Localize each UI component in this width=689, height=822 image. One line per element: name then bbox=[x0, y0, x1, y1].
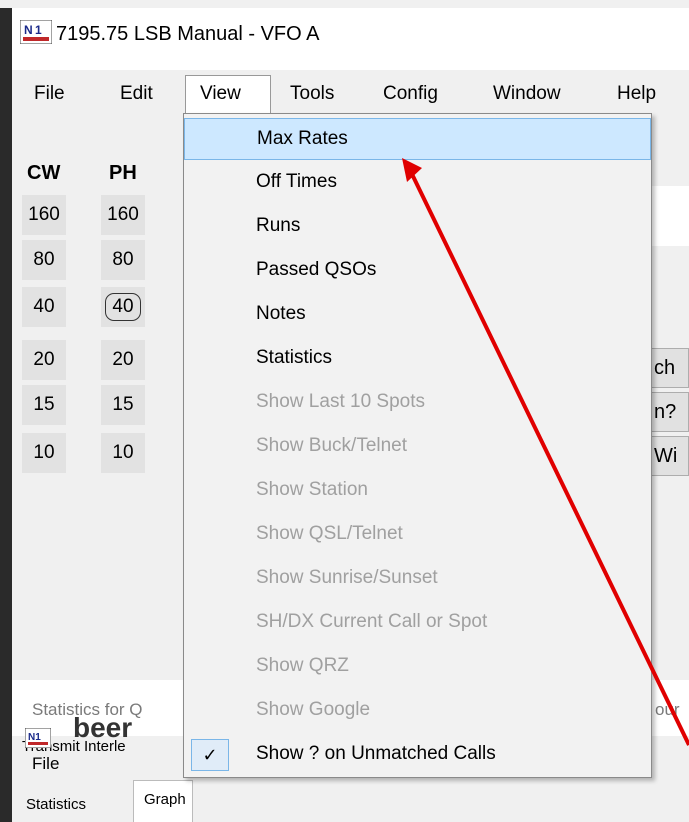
menu-item-show-unmatched-calls[interactable]: ✓ Show ? on Unmatched Calls bbox=[184, 734, 651, 776]
band-ph-80[interactable]: 80 bbox=[101, 240, 145, 280]
app-logo-icon: N 1 bbox=[20, 20, 52, 44]
menu-file[interactable]: File bbox=[34, 83, 65, 105]
menu-item-notes[interactable]: Notes bbox=[184, 294, 651, 336]
tab-graph[interactable]: Graph bbox=[133, 780, 193, 822]
menu-help[interactable]: Help bbox=[617, 83, 656, 105]
statistics-window-title-tail: our bbox=[655, 700, 680, 719]
band-cw-80[interactable]: 80 bbox=[22, 240, 66, 280]
window-title: 7195.75 LSB Manual - VFO A bbox=[56, 23, 320, 45]
menu-edit[interactable]: Edit bbox=[120, 83, 153, 105]
band-ph-160[interactable]: 160 bbox=[101, 195, 145, 235]
menu-item-statistics[interactable]: Statistics bbox=[184, 338, 651, 380]
band-cw-10[interactable]: 10 bbox=[22, 433, 66, 473]
menu-view[interactable]: View bbox=[200, 83, 241, 105]
right-button-1[interactable]: ch bbox=[651, 348, 689, 388]
menu-tools[interactable]: Tools bbox=[290, 83, 334, 105]
band-cw-15[interactable]: 15 bbox=[22, 385, 66, 425]
tab-statistics[interactable]: Statistics bbox=[26, 796, 86, 813]
menu-window[interactable]: Window bbox=[493, 83, 561, 105]
menu-item-show-qsl-telnet: Show QSL/Telnet bbox=[256, 523, 403, 544]
band-cw-20[interactable]: 20 bbox=[22, 340, 66, 380]
menu-item-show-station: Show Station bbox=[256, 479, 368, 500]
band-ph-40-selected[interactable]: 40 bbox=[101, 287, 145, 327]
band-cw-160[interactable]: 160 bbox=[22, 195, 66, 235]
svg-text:1: 1 bbox=[35, 23, 42, 37]
window-top-edge bbox=[0, 0, 689, 8]
right-button-2[interactable]: n? bbox=[651, 392, 689, 432]
menu-item-show-sunrise-sunset: Show Sunrise/Sunset bbox=[256, 567, 438, 588]
menu-item-runs[interactable]: Runs bbox=[184, 206, 651, 248]
band-ph-20[interactable]: 20 bbox=[101, 340, 145, 380]
band-ph-10[interactable]: 10 bbox=[101, 433, 145, 473]
menu-item-passed-qsos[interactable]: Passed QSOs bbox=[184, 250, 651, 292]
app-logo-icon-small: N1 bbox=[25, 728, 51, 748]
band-ph-15[interactable]: 15 bbox=[101, 385, 145, 425]
column-header-cw: CW bbox=[27, 162, 61, 184]
menu-item-show-google: Show Google bbox=[256, 699, 371, 720]
menu-item-max-rates[interactable]: Max Rates bbox=[184, 118, 651, 160]
right-entry-area bbox=[651, 186, 689, 246]
window-left-edge bbox=[0, 0, 12, 822]
beer-window-title: beer bbox=[73, 712, 133, 743]
menu-item-sh-dx-current-call: SH/DX Current Call or Spot bbox=[256, 611, 488, 632]
menu-item-show-qrz: Show QRZ bbox=[256, 655, 349, 676]
menu-item-off-times[interactable]: Off Times bbox=[184, 162, 651, 204]
menu-item-show-buck-telnet: Show Buck/Telnet bbox=[256, 435, 408, 456]
statistics-file-menu[interactable]: File bbox=[32, 754, 59, 774]
menu-item-show-last-10-spots: Show Last 10 Spots bbox=[256, 391, 425, 412]
band-cw-40[interactable]: 40 bbox=[22, 287, 66, 327]
checkmark-icon: ✓ bbox=[191, 739, 229, 771]
svg-text:N1: N1 bbox=[28, 732, 41, 743]
svg-text:N: N bbox=[24, 23, 33, 37]
view-menu-dropdown: Max Rates Off Times Runs Passed QSOs Not… bbox=[183, 113, 652, 778]
right-button-3[interactable]: Wi bbox=[651, 436, 689, 476]
menu-config[interactable]: Config bbox=[383, 83, 438, 105]
column-header-ph: PH bbox=[109, 162, 137, 184]
